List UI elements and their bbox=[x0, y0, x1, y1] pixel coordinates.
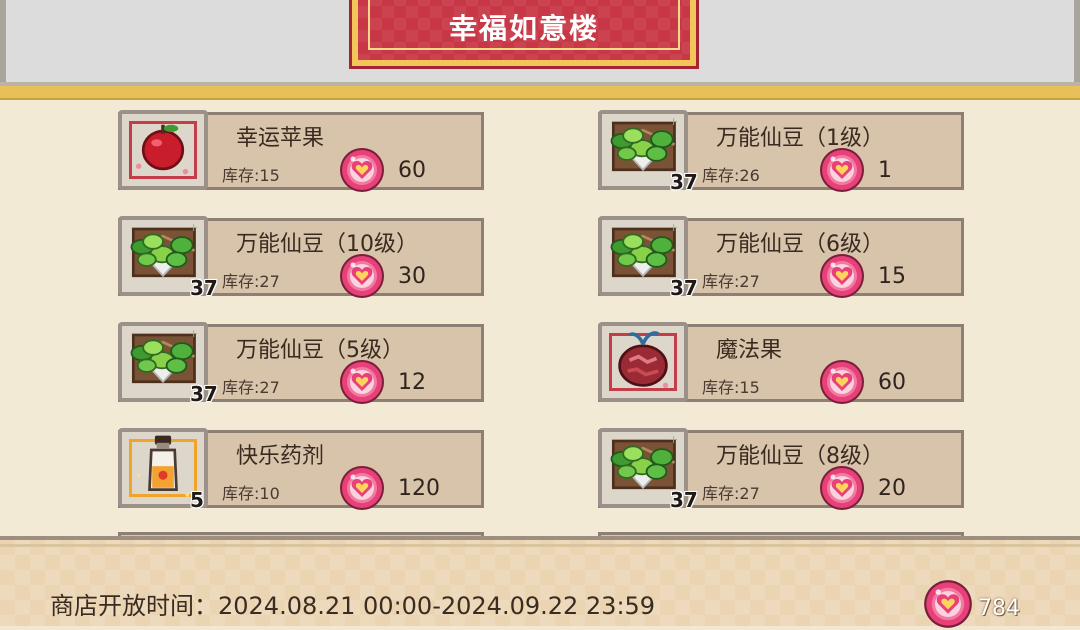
shop-footer: 商店开放时间：2024.08.21 00:00-2024.09.22 23:59… bbox=[0, 536, 1080, 626]
heart-coin-icon bbox=[338, 252, 386, 300]
item-price: 15 bbox=[878, 264, 906, 289]
page-title: 幸福如意楼 bbox=[448, 12, 599, 45]
item-stock: 库存:27 bbox=[702, 484, 760, 503]
heart-coin-icon bbox=[818, 146, 866, 194]
item-name: 快乐药剂 bbox=[236, 444, 325, 469]
shop-title-banner: 幸福如意楼 bbox=[352, 0, 696, 66]
heart-coin-icon bbox=[818, 358, 866, 406]
heart-coin-icon bbox=[922, 578, 974, 630]
shop-item[interactable]: 37 万能仙豆（5级） 库存:27 12 bbox=[118, 322, 484, 406]
item-icon-frame: 37 bbox=[598, 428, 698, 512]
item-quantity: 37 bbox=[190, 382, 218, 406]
shop-item-list[interactable]: 幸运苹果 库存:15 60 37 万能仙豆（1级） 库存:26 1 37 万能仙… bbox=[0, 100, 1080, 536]
item-name: 万能仙豆（10级） bbox=[236, 232, 418, 257]
shop-item[interactable]: 魔法果 库存:15 60 bbox=[598, 322, 964, 402]
item-quantity: 5 bbox=[190, 488, 204, 512]
magic-fruit-icon bbox=[602, 326, 684, 398]
item-price: 12 bbox=[398, 370, 426, 395]
item-stock: 库存:27 bbox=[702, 272, 760, 291]
shop-item[interactable]: 37 万能仙豆（10级） 库存:27 30 bbox=[118, 216, 484, 300]
heart-coin-icon bbox=[338, 464, 386, 512]
item-price: 30 bbox=[398, 264, 426, 289]
shop-item[interactable]: 幸运苹果 库存:15 60 bbox=[118, 110, 484, 190]
heart-coin-icon bbox=[818, 252, 866, 300]
item-name: 幸运苹果 bbox=[236, 126, 325, 151]
item-stock: 库存:10 bbox=[222, 484, 280, 503]
heart-coin-icon bbox=[338, 358, 386, 406]
shop-item[interactable]: 37 万能仙豆（6级） 库存:27 15 bbox=[598, 216, 964, 300]
item-quantity: 37 bbox=[190, 276, 218, 300]
currency-balance: 784 bbox=[978, 596, 1020, 621]
shop-item[interactable]: 37 万能仙豆（8级） 库存:27 20 bbox=[598, 428, 964, 512]
item-quantity: 37 bbox=[670, 276, 698, 300]
item-stock: 库存:26 bbox=[702, 166, 760, 185]
item-icon-frame: 37 bbox=[598, 110, 698, 194]
item-icon-frame: 37 bbox=[118, 322, 218, 406]
shop-item[interactable]: 5 快乐药剂 库存:10 120 bbox=[118, 428, 484, 512]
shop-item[interactable]: 37 万能仙豆（1级） 库存:26 1 bbox=[598, 110, 964, 194]
item-icon-frame: 5 bbox=[118, 428, 208, 512]
item-icon-frame bbox=[118, 110, 208, 190]
heart-coin-icon bbox=[338, 146, 386, 194]
item-price: 60 bbox=[878, 370, 906, 395]
item-price: 120 bbox=[398, 476, 440, 501]
item-icon-frame: 37 bbox=[118, 216, 218, 300]
item-stock: 库存:27 bbox=[222, 378, 280, 397]
item-price: 20 bbox=[878, 476, 906, 501]
item-stock: 库存:27 bbox=[222, 272, 280, 291]
item-stock: 库存:15 bbox=[222, 166, 280, 185]
item-icon-frame bbox=[598, 322, 688, 402]
heart-coin-icon bbox=[818, 464, 866, 512]
item-quantity: 37 bbox=[670, 488, 698, 512]
gold-divider bbox=[0, 86, 1080, 100]
item-quantity: 37 bbox=[670, 170, 698, 194]
apple-icon bbox=[122, 114, 204, 186]
shop-open-time: 商店开放时间：2024.08.21 00:00-2024.09.22 23:59 bbox=[50, 592, 656, 620]
item-price: 1 bbox=[878, 158, 892, 183]
item-icon-frame: 37 bbox=[598, 216, 698, 300]
item-stock: 库存:15 bbox=[702, 378, 760, 397]
item-name: 魔法果 bbox=[716, 338, 783, 363]
item-price: 60 bbox=[398, 158, 426, 183]
